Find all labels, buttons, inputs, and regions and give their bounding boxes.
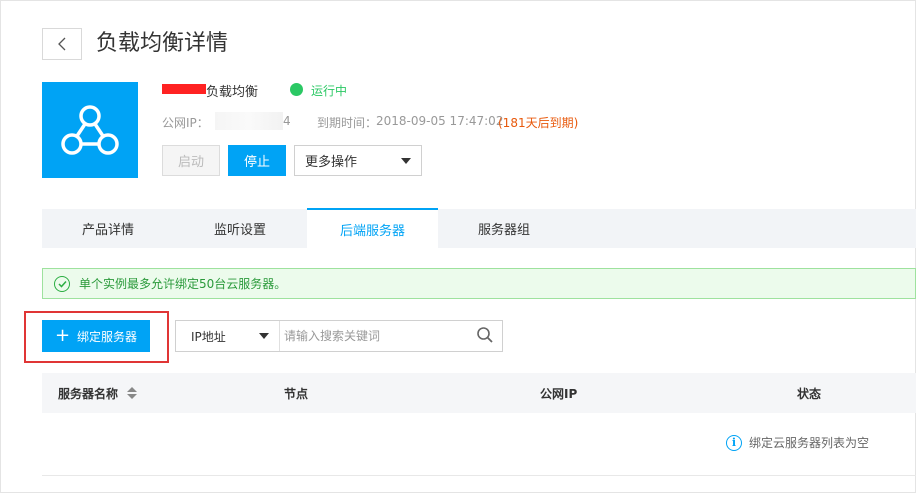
start-button[interactable]: 启动	[162, 145, 220, 176]
expire-value: 2018-09-05 17:47:02	[376, 114, 504, 128]
search-field-select[interactable]: IP地址	[176, 321, 280, 351]
status-text: 运行中	[311, 84, 348, 98]
bind-server-label: 绑定服务器	[77, 329, 138, 344]
status-dot-icon	[290, 83, 303, 96]
instance-name: 负载均衡	[206, 85, 259, 100]
caret-down-icon	[259, 333, 269, 339]
column-public-ip: 公网IP	[540, 386, 578, 401]
search-icon[interactable]	[476, 326, 494, 344]
column-status: 状态	[797, 386, 822, 401]
column-server-name[interactable]: 服务器名称	[58, 373, 138, 413]
table-divider	[42, 475, 916, 476]
tab-backend-servers[interactable]: 后端服务器	[307, 208, 438, 248]
expire-label: 到期时间：	[317, 116, 378, 130]
column-node: 节点	[284, 386, 309, 401]
ip-value: 4	[283, 114, 291, 128]
ip-redaction	[215, 112, 283, 130]
load-balancer-icon	[42, 82, 138, 178]
stop-button[interactable]: 停止	[228, 145, 286, 176]
empty-text: 绑定云服务器列表为空	[749, 436, 870, 450]
table-header	[42, 373, 916, 413]
tab-listener-settings[interactable]: 监听设置	[174, 209, 306, 248]
tab-product-details[interactable]: 产品详情	[42, 209, 174, 248]
empty-state: i 绑定云服务器列表为空	[726, 434, 869, 451]
plus-icon: +	[54, 325, 71, 346]
check-circle-icon	[54, 275, 70, 292]
more-actions-dropdown[interactable]: 更多操作	[294, 145, 422, 176]
chevron-left-icon	[58, 37, 66, 51]
sort-icon[interactable]	[127, 387, 138, 399]
info-icon: i	[726, 434, 742, 451]
search-input[interactable]	[284, 322, 464, 350]
caret-down-icon	[401, 157, 411, 164]
tab-server-groups[interactable]: 服务器组	[438, 209, 570, 248]
more-actions-label: 更多操作	[305, 155, 358, 170]
notice-text: 单个实例最多允许绑定50台云服务器。	[79, 277, 287, 291]
back-button[interactable]	[42, 28, 82, 60]
ip-label: 公网IP：	[162, 116, 209, 130]
info-notice: 单个实例最多允许绑定50台云服务器。	[42, 268, 916, 299]
name-redaction	[162, 84, 206, 94]
bind-server-button[interactable]: + 绑定服务器	[42, 320, 150, 352]
column-server-name-label: 服务器名称	[58, 386, 119, 401]
search-field-label: IP地址	[191, 329, 226, 344]
expire-note: (181天后到期)	[498, 116, 579, 130]
page-title: 负载均衡详情	[96, 31, 229, 56]
